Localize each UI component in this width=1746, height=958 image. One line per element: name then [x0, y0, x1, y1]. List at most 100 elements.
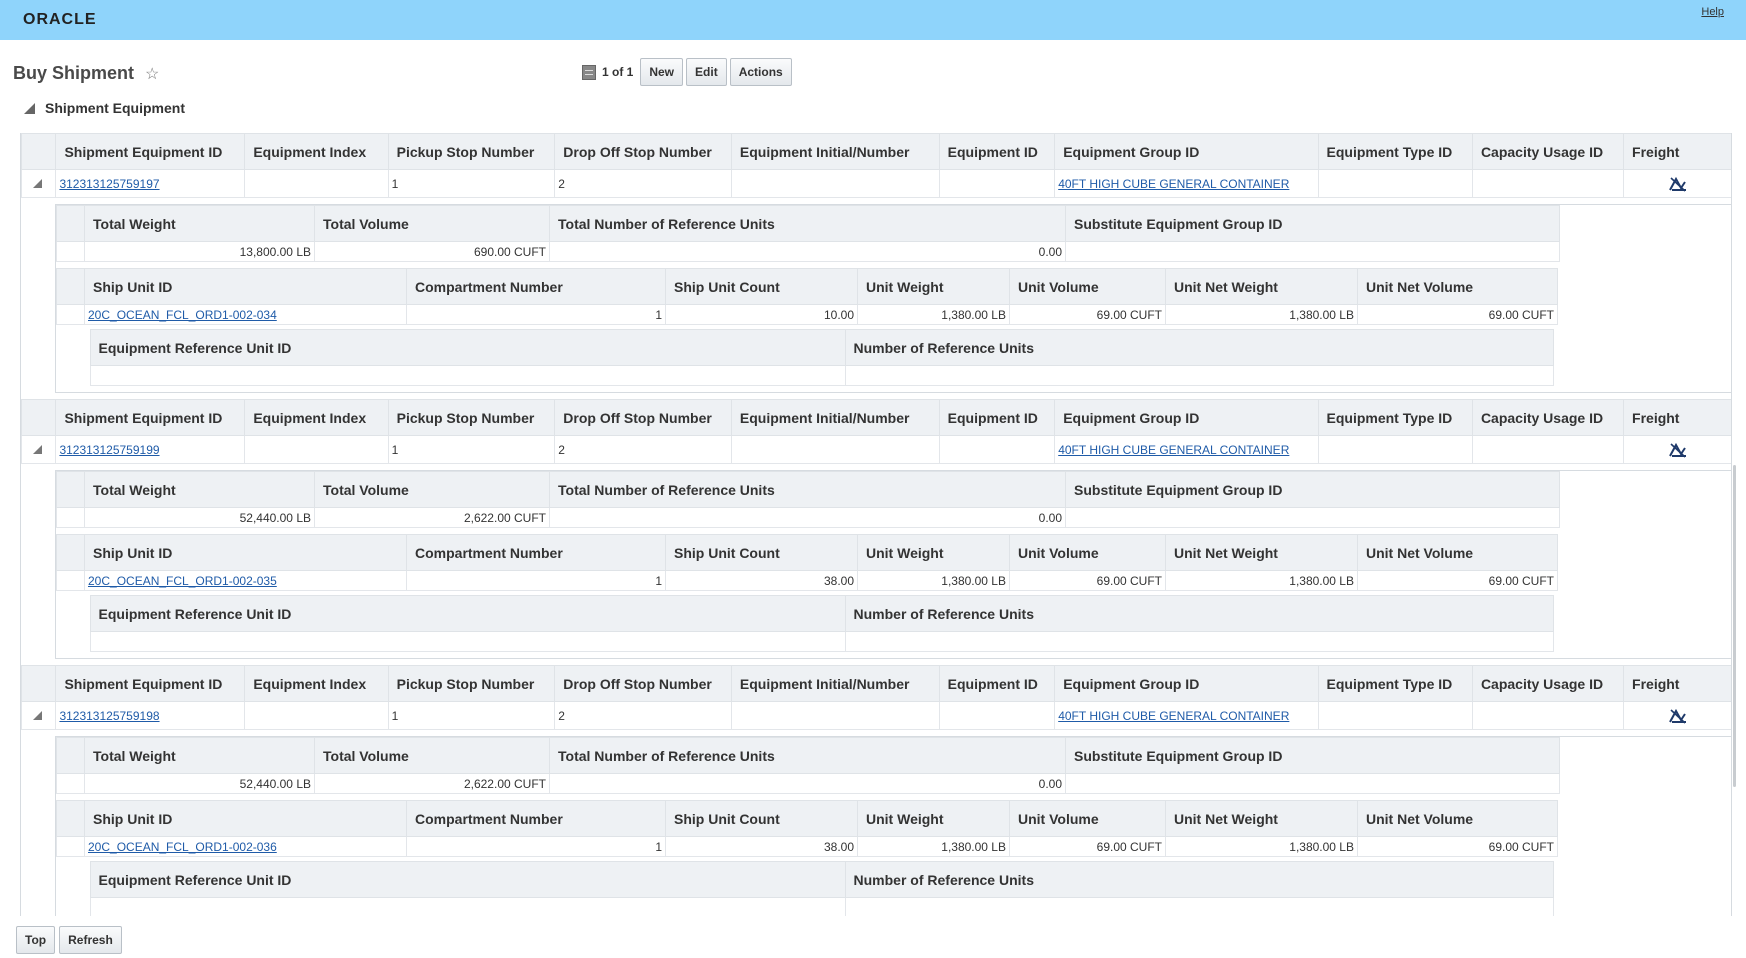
column-header[interactable]: Freight [1623, 133, 1731, 170]
new-button[interactable]: New [640, 58, 684, 86]
column-header[interactable]: Equipment ID [938, 133, 1056, 170]
column-header[interactable]: Unit Net Weight [1165, 268, 1358, 305]
column-header[interactable]: Unit Net Weight [1165, 534, 1358, 571]
column-header[interactable]: Ship Unit Count [665, 268, 858, 305]
column-header[interactable]: Unit Net Volume [1357, 800, 1558, 837]
table-row: 312313125759197 1 2 40FT HIGH CUBE GENERAL … [21, 169, 1731, 198]
column-header[interactable]: Unit Volume [1009, 534, 1166, 571]
equipment-group-link[interactable]: 40FT HIGH CUBE GENERAL CONTAINER [1058, 177, 1289, 191]
column-header[interactable]: Total Volume [314, 737, 550, 774]
column-header[interactable]: Unit Volume [1009, 268, 1166, 305]
column-header[interactable]: Substitute Equipment Group ID [1065, 471, 1560, 508]
column-header[interactable]: Drop Off Stop Number [554, 399, 732, 436]
column-header[interactable]: Equipment Type ID [1317, 399, 1473, 436]
column-header[interactable]: Equipment Initial/Number [730, 133, 940, 170]
column-header[interactable]: Unit Net Volume [1357, 268, 1558, 305]
freight-icon[interactable] [1669, 176, 1687, 192]
expand-triangle-icon[interactable] [33, 710, 42, 720]
column-header[interactable]: Equipment Index [244, 133, 389, 170]
actions-button[interactable]: Actions [729, 58, 792, 86]
column-header[interactable]: Equipment ID [938, 665, 1056, 702]
freight-icon[interactable] [1669, 442, 1687, 458]
column-header[interactable]: Drop Off Stop Number [554, 665, 732, 702]
equipment-group-link[interactable]: 40FT HIGH CUBE GENERAL CONTAINER [1058, 709, 1289, 723]
column-header[interactable]: Equipment Initial/Number [730, 665, 940, 702]
shipment-equipment-id-link[interactable]: 312313125759197 [59, 177, 159, 191]
cell-index [244, 169, 389, 198]
freight-icon[interactable] [1669, 708, 1687, 724]
column-header[interactable]: Pickup Stop Number [387, 665, 556, 702]
expand-triangle-icon[interactable] [33, 444, 42, 454]
column-header[interactable]: Unit Weight [857, 268, 1010, 305]
column-header[interactable]: Equipment Reference Unit ID [89, 595, 846, 632]
edit-button[interactable]: Edit [686, 58, 727, 86]
column-header[interactable]: Equipment Index [244, 399, 389, 436]
column-header[interactable]: Unit Weight [857, 534, 1010, 571]
column-header[interactable]: Unit Weight [857, 800, 1010, 837]
help-link[interactable]: Help [1701, 6, 1724, 18]
column-header[interactable]: Equipment Initial/Number [730, 399, 940, 436]
shipment-equipment-id-link[interactable]: 312313125759199 [59, 443, 159, 457]
column-header[interactable]: Number of Reference Units [844, 861, 1554, 898]
column-header[interactable]: Ship Unit ID [84, 534, 407, 571]
column-header[interactable]: Equipment Type ID [1317, 133, 1473, 170]
vertical-scrollbar[interactable] [1733, 465, 1736, 787]
column-header[interactable]: Equipment Index [244, 665, 389, 702]
column-header[interactable]: Number of Reference Units [844, 595, 1554, 632]
shipment-equipment-id-link[interactable]: 312313125759198 [59, 709, 159, 723]
column-header[interactable]: Equipment Group ID [1054, 133, 1319, 170]
column-header[interactable]: Pickup Stop Number [387, 399, 556, 436]
equipment-group-link[interactable]: 40FT HIGH CUBE GENERAL CONTAINER [1058, 443, 1289, 457]
favorite-star-icon[interactable]: ☆ [145, 64, 159, 84]
column-header[interactable]: Total Volume [314, 471, 550, 508]
collapse-triangle-icon[interactable] [24, 102, 35, 114]
column-header[interactable]: Total Number of Reference Units [549, 737, 1066, 774]
refresh-button[interactable]: Refresh [59, 926, 122, 954]
column-header[interactable]: Equipment Type ID [1317, 665, 1473, 702]
column-header[interactable]: Equipment Reference Unit ID [89, 861, 846, 898]
column-header[interactable]: Drop Off Stop Number [554, 133, 732, 170]
column-header[interactable]: Substitute Equipment Group ID [1065, 205, 1560, 242]
column-header[interactable]: Pickup Stop Number [387, 133, 556, 170]
column-header[interactable]: Unit Volume [1009, 800, 1166, 837]
column-header[interactable]: Total Number of Reference Units [549, 471, 1066, 508]
column-header[interactable]: Equipment Group ID [1054, 665, 1319, 702]
column-header[interactable]: Compartment Number [406, 800, 666, 837]
column-header[interactable]: Freight [1623, 399, 1731, 436]
column-header[interactable]: Number of Reference Units [844, 329, 1554, 366]
expand-cell[interactable] [21, 169, 57, 198]
column-header[interactable]: Capacity Usage ID [1471, 399, 1625, 436]
column-header[interactable]: Unit Net Volume [1357, 534, 1558, 571]
column-header[interactable]: Total Number of Reference Units [549, 205, 1066, 242]
equipment-scroll-area[interactable]: Shipment Equipment ID Equipment Index Pick… [20, 133, 1732, 916]
ship-unit-id-link[interactable]: 20C_OCEAN_FCL_ORD1-002-035 [88, 574, 277, 588]
expand-cell[interactable] [21, 435, 57, 464]
column-header[interactable]: Freight [1623, 665, 1731, 702]
top-button[interactable]: Top [16, 926, 56, 954]
record-list-icon[interactable] [582, 64, 596, 80]
column-header[interactable]: Total Weight [84, 471, 315, 508]
column-header[interactable]: Total Weight [84, 205, 315, 242]
column-header[interactable]: Total Volume [314, 205, 550, 242]
column-header[interactable]: Shipment Equipment ID [55, 399, 246, 436]
column-header[interactable]: Capacity Usage ID [1471, 665, 1625, 702]
column-header[interactable]: Total Weight [84, 737, 315, 774]
column-header[interactable]: Ship Unit ID [84, 800, 407, 837]
column-header[interactable]: Substitute Equipment Group ID [1065, 737, 1560, 774]
column-header[interactable]: Unit Net Weight [1165, 800, 1358, 837]
expand-cell[interactable] [21, 701, 57, 730]
column-header[interactable]: Equipment ID [938, 399, 1056, 436]
column-header[interactable]: Compartment Number [406, 268, 666, 305]
column-header[interactable]: Ship Unit ID [84, 268, 407, 305]
column-header[interactable]: Shipment Equipment ID [55, 665, 246, 702]
column-header[interactable]: Capacity Usage ID [1471, 133, 1625, 170]
ship-unit-id-link[interactable]: 20C_OCEAN_FCL_ORD1-002-036 [88, 840, 277, 854]
expand-triangle-icon[interactable] [33, 178, 42, 188]
column-header[interactable]: Ship Unit Count [665, 800, 858, 837]
column-header[interactable]: Compartment Number [406, 534, 666, 571]
column-header[interactable]: Shipment Equipment ID [55, 133, 246, 170]
column-header[interactable]: Equipment Group ID [1054, 399, 1319, 436]
ship-unit-id-link[interactable]: 20C_OCEAN_FCL_ORD1-002-034 [88, 308, 277, 322]
column-header[interactable]: Ship Unit Count [665, 534, 858, 571]
column-header[interactable]: Equipment Reference Unit ID [89, 329, 846, 366]
